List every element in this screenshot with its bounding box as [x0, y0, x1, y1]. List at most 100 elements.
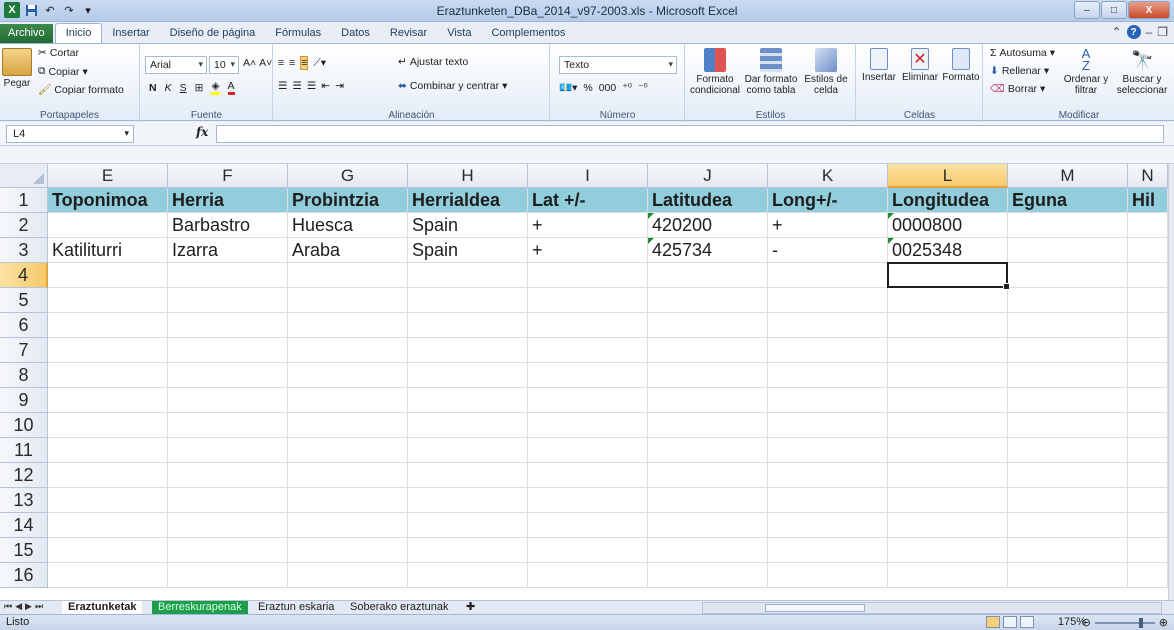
page-break-view-icon[interactable] [1020, 616, 1034, 628]
cell-k3[interactable]: - [768, 238, 888, 263]
cell-f12[interactable] [168, 463, 288, 488]
cell-i16[interactable] [528, 563, 648, 588]
sheet-tab-eraztunketak[interactable]: Eraztunketak [62, 601, 143, 615]
cell-f1[interactable]: Herria [168, 188, 288, 213]
cell-g14[interactable] [288, 513, 408, 538]
cell-e7[interactable] [48, 338, 168, 363]
cell-n2[interactable] [1128, 213, 1168, 238]
copy-button[interactable]: ⧉ Copiar ▾ [38, 65, 88, 78]
cell-j1[interactable]: Latitudea [648, 188, 768, 213]
cell-m12[interactable] [1008, 463, 1128, 488]
shrink-font-icon[interactable]: A˅ [259, 57, 272, 69]
column-header-g[interactable]: G [288, 164, 408, 188]
clear-button[interactable]: ⌫ Borrar ▾ [990, 83, 1045, 95]
cell-j2[interactable]: 420200 [648, 213, 768, 238]
cell-f13[interactable] [168, 488, 288, 513]
cell-n13[interactable] [1128, 488, 1168, 513]
cell-e10[interactable] [48, 413, 168, 438]
cell-m6[interactable] [1008, 313, 1128, 338]
number-format-select[interactable]: Texto [559, 56, 677, 74]
column-header-n[interactable]: N [1128, 164, 1168, 188]
align-right-icon[interactable]: ☰ [307, 80, 316, 92]
cell-h11[interactable] [408, 438, 528, 463]
format-cells-button[interactable]: Formato [941, 48, 981, 83]
cell-m8[interactable] [1008, 363, 1128, 388]
row-header-8[interactable]: 8 [0, 363, 48, 388]
cell-g10[interactable] [288, 413, 408, 438]
cell-m1[interactable]: Eguna [1008, 188, 1128, 213]
autosum-button[interactable]: Σ Autosuma ▾ [990, 47, 1055, 59]
column-header-h[interactable]: H [408, 164, 528, 188]
cell-j9[interactable] [648, 388, 768, 413]
cell-e4[interactable] [48, 263, 168, 288]
sheet-tab-soberako-eraztunak[interactable]: Soberako eraztunak [344, 601, 454, 615]
orientation-icon[interactable]: ⟋▾ [313, 57, 326, 70]
cell-i8[interactable] [528, 363, 648, 388]
cell-i11[interactable] [528, 438, 648, 463]
cell-f14[interactable] [168, 513, 288, 538]
cell-h7[interactable] [408, 338, 528, 363]
row-header-4[interactable]: 4 [0, 263, 48, 288]
increase-indent-icon[interactable]: ⇥ [335, 80, 344, 92]
cell-k5[interactable] [768, 288, 888, 313]
row-header-15[interactable]: 15 [0, 538, 48, 563]
column-header-k[interactable]: K [768, 164, 888, 188]
cell-l11[interactable] [888, 438, 1008, 463]
tab-archivo[interactable]: Archivo [0, 24, 53, 43]
cell-j15[interactable] [648, 538, 768, 563]
row-header-7[interactable]: 7 [0, 338, 48, 363]
row-header-12[interactable]: 12 [0, 463, 48, 488]
cell-i12[interactable] [528, 463, 648, 488]
cell-k10[interactable] [768, 413, 888, 438]
row-header-6[interactable]: 6 [0, 313, 48, 338]
cell-g15[interactable] [288, 538, 408, 563]
cell-i5[interactable] [528, 288, 648, 313]
cell-i9[interactable] [528, 388, 648, 413]
font-size-select[interactable]: 10 [209, 56, 239, 74]
conditional-format-button[interactable]: Formato condicional [688, 48, 742, 96]
maximize-button[interactable]: □ [1101, 1, 1127, 19]
row-header-1[interactable]: 1 [0, 188, 48, 213]
cell-g6[interactable] [288, 313, 408, 338]
tab-datos[interactable]: Datos [331, 24, 380, 43]
cell-k16[interactable] [768, 563, 888, 588]
cell-m16[interactable] [1008, 563, 1128, 588]
row-header-3[interactable]: 3 [0, 238, 48, 263]
cell-e3[interactable]: Katiliturri [48, 238, 168, 263]
horizontal-scroll-thumb[interactable] [765, 604, 865, 612]
cell-styles-button[interactable]: Estilos de celda [800, 48, 852, 96]
align-center-icon[interactable]: ☰ [292, 80, 301, 92]
cell-l3[interactable]: 0025348 [888, 238, 1008, 263]
cell-g13[interactable] [288, 488, 408, 513]
cell-l1[interactable]: Longitudea [888, 188, 1008, 213]
cell-h12[interactable] [408, 463, 528, 488]
chevron-down-icon[interactable]: ▾ [124, 128, 129, 139]
row-header-13[interactable]: 13 [0, 488, 48, 513]
cell-j12[interactable] [648, 463, 768, 488]
cell-n14[interactable] [1128, 513, 1168, 538]
cell-m14[interactable] [1008, 513, 1128, 538]
bold-button[interactable]: N [149, 82, 157, 94]
cell-f7[interactable] [168, 338, 288, 363]
grow-font-icon[interactable]: A˄ [243, 57, 256, 69]
cell-h10[interactable] [408, 413, 528, 438]
cell-f8[interactable] [168, 363, 288, 388]
sheet-tab-eraztun-eskaria[interactable]: Eraztun eskaria [252, 601, 340, 615]
sheet-nav-arrows[interactable]: ⏮◀▶⏭ [4, 601, 46, 612]
increase-decimal-icon[interactable]: ⁺⁰ [622, 82, 632, 94]
cell-l12[interactable] [888, 463, 1008, 488]
cell-e2[interactable] [48, 213, 168, 238]
cell-i6[interactable] [528, 313, 648, 338]
cell-e9[interactable] [48, 388, 168, 413]
cell-h16[interactable] [408, 563, 528, 588]
cell-e12[interactable] [48, 463, 168, 488]
cell-m4[interactable] [1008, 263, 1128, 288]
cell-n1[interactable]: Hil [1128, 188, 1168, 213]
help-icon[interactable]: ? [1126, 25, 1141, 39]
italic-button[interactable]: K [165, 82, 172, 94]
cell-g4[interactable] [288, 263, 408, 288]
cell-k4[interactable] [768, 263, 888, 288]
cell-l13[interactable] [888, 488, 1008, 513]
cell-m11[interactable] [1008, 438, 1128, 463]
cell-g12[interactable] [288, 463, 408, 488]
